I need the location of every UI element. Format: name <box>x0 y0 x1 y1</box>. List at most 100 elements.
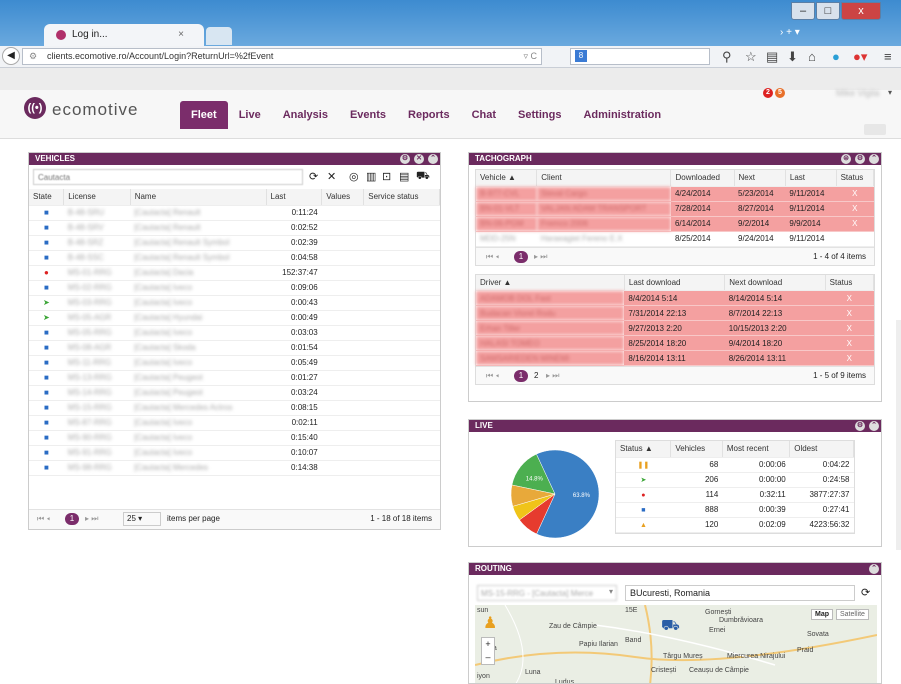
table-row[interactable]: ■ MS-11-RRG [Cautacta] Iveco 0:05:49 <box>29 355 440 371</box>
driver-column-header-2[interactable]: Next download <box>724 274 826 291</box>
car-icon[interactable]: ⛟ <box>416 170 430 184</box>
table-row[interactable]: MDD-25N Haraeagiet Fereno E.X 8/25/2014 9/2… <box>476 231 874 247</box>
search-bar[interactable]: 8 <box>570 48 710 65</box>
close-window-button[interactable]: x <box>841 2 881 20</box>
driver-column-header-1[interactable]: Last download <box>624 274 726 291</box>
bookmark-star-icon[interactable]: ☆ <box>745 49 757 65</box>
table-row[interactable]: ■ 888 0:00:39 0:27:41 <box>616 502 854 518</box>
user-menu[interactable]: Mike Vigila <box>836 88 879 98</box>
toggle-icon[interactable]: ⊜ <box>841 154 851 164</box>
nav-live[interactable]: Live <box>228 101 272 129</box>
table-row[interactable]: B-977-CVL Steval Cargo 4/24/2014 5/23/2014 9… <box>476 186 874 202</box>
truck-marker-icon[interactable]: ⛟ <box>661 617 680 636</box>
driver-column-header-3[interactable]: Status <box>825 274 875 291</box>
nav-events[interactable]: Events <box>339 101 397 129</box>
page-1-button[interactable]: 1 <box>65 513 79 525</box>
table-row[interactable]: ■ MS-91-RRG [Cautacta] Iveco 0:10:07 <box>29 445 440 461</box>
next-page-icon[interactable]: ▸ ⏭ <box>85 514 98 524</box>
back-button[interactable]: ◀ <box>2 47 20 65</box>
speedometer-icon[interactable]: ◎ <box>349 170 359 183</box>
collapse-header-button[interactable] <box>864 124 886 135</box>
menu-icon[interactable]: ≡ <box>884 49 892 64</box>
column-header-2[interactable]: Name <box>130 189 267 206</box>
nav-analysis[interactable]: Analysis <box>272 101 339 129</box>
table-row[interactable]: ➤ MS-03-RRG [Cautacta] Iveco 0:00:43 <box>29 295 440 311</box>
table-row[interactable]: ADAMOB DOL Fast 8/4/2014 5:14 8/14/2014 5:… <box>476 290 874 306</box>
download-icon[interactable]: ⬇ <box>787 49 798 65</box>
table-row[interactable]: ■ B-48-SRZ [Cautacta] Renault Symbol 0:02:3… <box>29 235 440 251</box>
table-row[interactable]: ■ MS-90-RRG [Cautacta] Iveco 0:15:40 <box>29 430 440 446</box>
column-header-5[interactable]: Service status <box>363 189 440 206</box>
notification-badge[interactable]: 2 <box>763 88 773 98</box>
table-row[interactable]: BN-01-VLT VALJAN ADAM TRANSPORT 7/28/2014 8… <box>476 201 874 217</box>
next-page-icon[interactable]: ▸ ⏭ <box>534 252 547 262</box>
minimize-button[interactable]: – <box>791 2 815 20</box>
tacho-column-header-2[interactable]: Downloaded <box>670 170 735 187</box>
table-row[interactable]: ■ B-48-SSC [Cautacta] Renault Symbol 0:04:5… <box>29 250 440 266</box>
table-row[interactable]: Budacan Viorel Rodu 7/31/2014 22:13 8/7/20… <box>476 305 874 321</box>
tab-close-icon[interactable]: × <box>178 29 184 40</box>
table-row[interactable]: ■ B-48-SRU [Cautacta] Renault 0:11:24 <box>29 205 440 221</box>
tacho-column-header-1[interactable]: Client <box>536 170 672 187</box>
nav-fleet[interactable]: Fleet <box>180 101 228 129</box>
table-row[interactable]: ● 114 0:32:11 3877:27:37 <box>616 487 854 503</box>
maximize-button[interactable]: □ <box>816 2 840 20</box>
table-row[interactable]: ■ B-48-SRV [Cautacta] Renault 0:02:52 <box>29 220 440 236</box>
tacho-column-header-5[interactable]: Status <box>836 170 875 187</box>
table-row[interactable]: BN-06-PGM Fremco 2006 6/14/2014 9/2/2014 9/9… <box>476 216 874 232</box>
table-row[interactable]: ● MS-01-RRG [Cautacta] Dacia 152:37:47 <box>29 265 440 281</box>
table-row[interactable]: ■ MS-14-RRG [Cautacta] Peugeot 0:03:24 <box>29 385 440 401</box>
page-2-button[interactable]: 2 <box>534 371 538 380</box>
table-row[interactable]: ■ MS-87-RRG [Cautacta] Iveco 0:02:11 <box>29 415 440 431</box>
live-column-header-3[interactable]: Oldest <box>789 441 854 458</box>
search-icon[interactable]: ⚲ <box>722 49 732 65</box>
reload-icon[interactable]: ▿ C <box>523 51 537 62</box>
map-type-map-button[interactable]: Map <box>811 609 833 620</box>
chevron-down-icon[interactable]: ▾ <box>609 587 613 596</box>
table-row[interactable]: ➤ 206 0:00:00 0:24:58 <box>616 472 854 488</box>
nav-chat[interactable]: Chat <box>461 101 507 129</box>
close-icon[interactable]: ✕ <box>414 154 424 164</box>
vehicle-select[interactable]: MS-15-RRG - [Cautacta] Merce <box>477 585 617 601</box>
page-1-button[interactable]: 1 <box>514 250 528 263</box>
page-1-button[interactable]: 1 <box>514 370 528 382</box>
collapse-icon[interactable]: ⌃ <box>869 421 879 431</box>
nav-reports[interactable]: Reports <box>397 101 461 129</box>
settings-icon[interactable]: ⚙ <box>400 154 410 164</box>
location-input[interactable]: BUcuresti, Romania <box>625 585 855 601</box>
table-row[interactable]: HALASI TOMEO 8/25/2014 18:20 9/4/2014 18:2… <box>476 335 874 351</box>
first-page-icon[interactable]: ⏮ ◂ <box>486 371 499 381</box>
columns-icon[interactable]: ▥ <box>366 170 376 183</box>
collapse-icon[interactable]: ⌃ <box>869 154 879 164</box>
tacho-column-header-3[interactable]: Next <box>734 170 786 187</box>
table-row[interactable]: ➤ MS-05-AGR [Cautacta] Hyundai 0:00:49 <box>29 310 440 326</box>
column-header-0[interactable]: State <box>29 189 65 206</box>
map-type-satellite-button[interactable]: Satellite <box>836 609 869 620</box>
home-icon[interactable]: ⌂ <box>808 49 816 64</box>
settings-icon[interactable]: ⚙ <box>855 154 865 164</box>
tab-list-icon[interactable]: › + ▾ <box>780 27 800 38</box>
tacho-column-header-4[interactable]: Last <box>785 170 837 187</box>
table-row[interactable]: ■ MS-08-AGR [Cautacta] Skoda 0:01:54 <box>29 340 440 356</box>
first-page-icon[interactable]: ⏮ ◂ <box>37 514 50 524</box>
settings-icon[interactable]: ⚙ <box>855 421 865 431</box>
address-bar[interactable]: ⚙ clients.ecomotive.ro/Account/Login?Ret… <box>22 48 542 65</box>
collapse-icon[interactable]: ⌃ <box>428 154 438 164</box>
refresh-icon[interactable]: ⟳ <box>861 586 870 599</box>
driver-column-header-0[interactable]: Driver ▲ <box>476 274 625 291</box>
table-row[interactable]: SAMSARIEDEN MINEMI 8/16/2014 13:11 8/26/20… <box>476 350 874 366</box>
page-scrollbar[interactable] <box>896 320 901 550</box>
table-row[interactable]: Erhan Tiller 9/27/2013 2:20 10/15/2013 2:2… <box>476 320 874 336</box>
nav-administration[interactable]: Administration <box>572 101 672 129</box>
table-row[interactable]: ■ MS-02-RRG [Cautacta] Iveco 0:09:06 <box>29 280 440 296</box>
clear-filter-icon[interactable]: ✕ <box>327 170 336 183</box>
alert-badge[interactable]: 5 <box>775 88 785 98</box>
table-row[interactable]: ■ MS-13-RRG [Cautacta] Peugeot 0:01:27 <box>29 370 440 386</box>
tag-icon[interactable]: ⊡ <box>382 170 391 183</box>
column-header-1[interactable]: License <box>63 189 131 206</box>
live-column-header-1[interactable]: Vehicles <box>670 441 723 458</box>
table-row[interactable]: ■ MS-15-RRG [Cautacta] Mercedes Actros 0:08… <box>29 400 440 416</box>
column-header-4[interactable]: Values <box>321 189 365 206</box>
nav-settings[interactable]: Settings <box>507 101 572 129</box>
street-view-pegman-icon[interactable]: ♟ <box>483 613 497 633</box>
